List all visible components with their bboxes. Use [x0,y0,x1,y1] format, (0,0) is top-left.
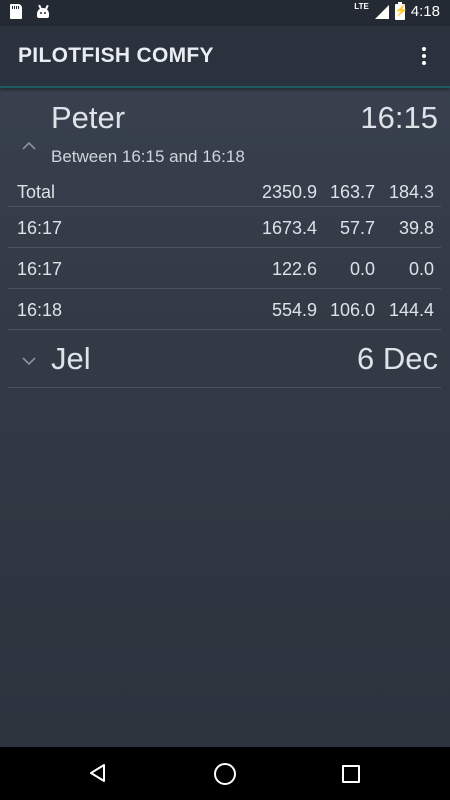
group-time: 6 Dec [357,341,438,376]
divider [8,387,441,388]
group-subtitle: Between 16:15 and 16:18 [51,147,245,166]
row-label: 16:17 [17,259,63,279]
group-name: Jel [51,341,91,376]
row-value-3: 144.4 [388,300,434,320]
row-label: Total [17,182,56,202]
network-type: LTE [354,2,369,11]
more-vert-icon[interactable] [412,44,436,68]
app-bar: PILOTFISH COMFY [0,26,450,88]
divider [8,329,441,330]
row-value-2: 163.7 [329,182,375,202]
app-title: PILOTFISH COMFY [18,44,214,67]
group-header-peter[interactable]: Peter 16:15 Between 16:15 and 16:18 [0,88,450,172]
row-value-3: 39.8 [398,218,434,238]
group-time: 16:15 [360,100,438,135]
back-triangle-icon[interactable] [88,763,108,783]
row-label: 16:17 [17,218,63,238]
row-value-1: 554.9 [271,300,317,320]
chevron-up-icon[interactable] [20,140,38,152]
row-value-2: 106.0 [329,300,375,320]
status-bar: LTE 4:18 [0,0,450,26]
row-label: 16:18 [17,300,63,320]
divider [8,247,441,248]
row-value-1: 1673.4 [261,218,317,238]
row-value-1: 122.6 [271,259,317,279]
group-header-jel[interactable]: Jel 6 Dec [0,331,450,387]
row-value-2: 0.0 [349,259,375,279]
battery-charging-icon [394,1,408,20]
table-row[interactable]: 16:17 1673.4 57.7 39.8 [8,208,441,248]
signal-icon [374,4,389,19]
row-value-3: 184.3 [388,182,434,202]
navigation-bar [0,747,450,800]
table-row[interactable]: 16:17 122.6 0.0 0.0 [8,249,441,289]
divider [8,288,441,289]
recents-square-icon[interactable] [342,765,360,783]
chevron-down-icon[interactable] [20,355,38,367]
divider [8,206,441,207]
android-debug-icon [36,4,50,18]
group-name: Peter [51,100,126,135]
table-row[interactable]: 16:18 554.9 106.0 144.4 [8,290,441,330]
row-value-3: 0.0 [408,259,434,279]
sd-card-icon [10,4,22,19]
row-value-2: 57.7 [339,218,375,238]
home-circle-icon[interactable] [214,763,236,785]
status-time: 4:18 [410,3,440,20]
row-value-1: 2350.9 [261,182,317,202]
